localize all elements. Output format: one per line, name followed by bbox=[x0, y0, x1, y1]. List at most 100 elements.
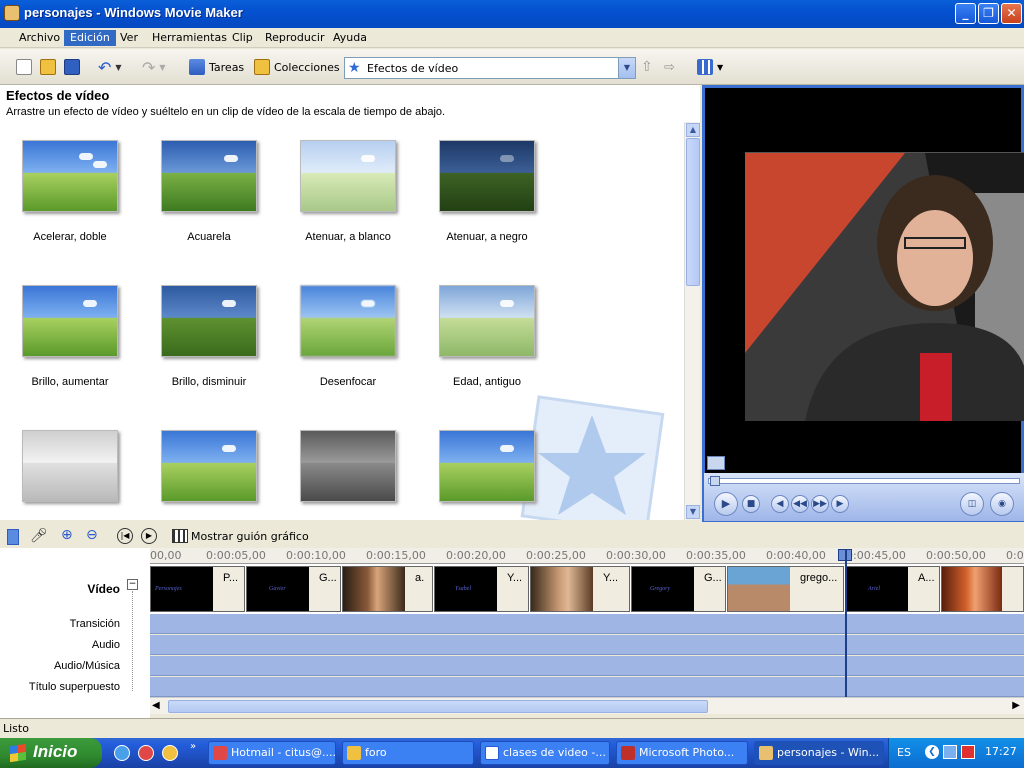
zoom-in-icon[interactable]: ⊕ bbox=[61, 527, 73, 543]
timeline-clip[interactable]: grego... bbox=[727, 566, 844, 612]
effect-tile[interactable]: Acelerar, doble bbox=[10, 140, 120, 260]
timeline-clip[interactable]: Ariel A... bbox=[845, 566, 940, 612]
undo-button[interactable]: ↶ ▼ bbox=[98, 57, 122, 77]
time-ruler[interactable]: 00,00 0:00:05,00 0:00:10,00 0:00:15,00 0… bbox=[150, 548, 1024, 564]
effect-tile[interactable]: Edad, antiguo bbox=[427, 285, 537, 405]
menu-archivo[interactable]: Archivo bbox=[13, 30, 66, 46]
effects-scrollbar[interactable]: ▲ ▼ bbox=[684, 122, 700, 520]
show-storyboard-button[interactable]: Mostrar guión gráfico bbox=[191, 530, 309, 543]
timeline-scrollbar[interactable]: ◀ ▶ bbox=[150, 697, 1024, 714]
antivirus-icon[interactable] bbox=[961, 745, 975, 759]
effect-tile[interactable]: Brillo, aumentar bbox=[10, 285, 120, 405]
taskbar-item-photo-editor[interactable]: Microsoft Photo... bbox=[616, 741, 748, 765]
seek-thumb[interactable] bbox=[710, 476, 720, 486]
redo-dropdown-icon[interactable]: ▼ bbox=[159, 63, 165, 72]
save-project-button[interactable] bbox=[64, 57, 80, 77]
transition-track[interactable] bbox=[150, 614, 1024, 634]
playhead[interactable] bbox=[845, 550, 847, 698]
up-one-level-button[interactable]: ⇧ bbox=[641, 57, 653, 77]
close-button[interactable]: ✕ bbox=[1001, 3, 1022, 24]
effect-tile[interactable]: Atenuar, a blanco bbox=[288, 140, 398, 260]
start-button[interactable]: Inicio bbox=[0, 738, 102, 768]
network-icon[interactable] bbox=[943, 745, 957, 759]
timeline-clip[interactable]: Gregory G... bbox=[631, 566, 726, 612]
collapse-track-icon[interactable]: − bbox=[127, 579, 138, 590]
effect-tile[interactable]: Brillo, disminuir bbox=[149, 285, 259, 405]
expand-tray-icon[interactable]: ❮ bbox=[925, 745, 939, 759]
timeline-clip[interactable]: Personajes P... bbox=[150, 566, 245, 612]
new-project-button[interactable] bbox=[16, 57, 32, 77]
video-track[interactable]: Personajes P... Gavier G... a. Ysabel Y.… bbox=[150, 564, 1024, 614]
scrollbar-thumb[interactable] bbox=[168, 700, 708, 713]
effect-tile[interactable]: Desenfocar bbox=[288, 285, 398, 405]
media-player-quicklaunch-icon[interactable] bbox=[162, 745, 178, 761]
timeline-clip[interactable] bbox=[941, 566, 1024, 612]
narrate-icon[interactable]: 🎤︎ bbox=[30, 528, 48, 544]
audio-track[interactable] bbox=[150, 635, 1024, 655]
title-bar[interactable]: personajes - Windows Movie Maker _ ❐ ✕ bbox=[0, 0, 1024, 28]
menu-ayuda[interactable]: Ayuda bbox=[327, 30, 373, 46]
open-project-button[interactable] bbox=[40, 57, 56, 77]
scroll-left-icon[interactable]: ◀ bbox=[152, 700, 160, 711]
views-button[interactable]: ▼ bbox=[697, 57, 723, 77]
camera-icon: ◉ bbox=[998, 499, 1006, 509]
taskbar-item-hotmail[interactable]: Hotmail - citus@.... bbox=[208, 741, 336, 765]
quicklaunch-expand-icon[interactable]: » bbox=[190, 741, 196, 752]
tasks-button[interactable]: Tareas bbox=[189, 57, 244, 77]
menu-herramientas[interactable]: Herramientas bbox=[146, 30, 233, 46]
timeline-clip[interactable]: Y... bbox=[530, 566, 630, 612]
music-track[interactable] bbox=[150, 656, 1024, 676]
redo-button[interactable]: ↷ ▼ bbox=[142, 57, 166, 77]
set-audio-levels-icon[interactable] bbox=[7, 529, 19, 545]
menu-edicion[interactable]: Edición bbox=[64, 30, 116, 46]
forward-button[interactable]: ▶▶ bbox=[811, 495, 829, 513]
effect-tile[interactable] bbox=[10, 430, 120, 520]
taskbar-item-foro[interactable]: foro bbox=[342, 741, 474, 765]
playback-controls: ▶ ■ ◀ ◀◀ ▶▶ ▶ ◫ ◉ bbox=[704, 473, 1024, 521]
menu-clip[interactable]: Clip bbox=[226, 30, 259, 46]
chevron-down-icon[interactable]: ▼ bbox=[618, 58, 635, 78]
scroll-up-icon[interactable]: ▲ bbox=[686, 123, 700, 137]
language-indicator[interactable]: ES bbox=[897, 746, 911, 759]
restore-button[interactable]: ❐ bbox=[978, 3, 999, 24]
timeline-clip[interactable]: Gavier G... bbox=[246, 566, 341, 612]
collections-button[interactable]: Colecciones bbox=[254, 57, 340, 77]
opera-quicklaunch-icon[interactable] bbox=[138, 745, 154, 761]
previous-frame-button[interactable]: ◀ bbox=[771, 495, 789, 513]
scroll-down-icon[interactable]: ▼ bbox=[686, 505, 700, 519]
next-frame-button[interactable]: ▶ bbox=[831, 495, 849, 513]
rewind-timeline-icon[interactable]: |◀ bbox=[117, 528, 133, 544]
rewind-button[interactable]: ◀◀ bbox=[791, 495, 809, 513]
play-icon: ▶ bbox=[721, 497, 731, 510]
play-button[interactable]: ▶ bbox=[714, 492, 738, 516]
undo-dropdown-icon[interactable]: ▼ bbox=[115, 63, 121, 72]
title-overlay-track[interactable] bbox=[150, 677, 1024, 697]
new-collection-button[interactable]: ⇨ bbox=[664, 57, 675, 77]
effect-label: Desenfocar bbox=[319, 376, 377, 388]
minimize-button[interactable]: _ bbox=[955, 3, 976, 24]
play-timeline-icon[interactable]: ▶ bbox=[141, 528, 157, 544]
storyboard-icon[interactable] bbox=[172, 529, 188, 543]
split-clip-icon[interactable] bbox=[707, 456, 725, 470]
effect-tile[interactable] bbox=[288, 430, 398, 520]
split-button[interactable]: ◫ bbox=[960, 492, 984, 516]
effect-tile[interactable]: Atenuar, a negro bbox=[427, 140, 537, 260]
effect-tile[interactable] bbox=[149, 430, 259, 520]
zoom-out-icon[interactable]: ⊖ bbox=[86, 527, 98, 543]
snapshot-button[interactable]: ◉ bbox=[990, 492, 1014, 516]
movie-maker-app-icon[interactable] bbox=[4, 5, 20, 21]
stop-button[interactable]: ■ bbox=[742, 495, 760, 513]
ie-quicklaunch-icon[interactable] bbox=[114, 745, 130, 761]
taskbar-item-movie-maker[interactable]: personajes - Win... bbox=[754, 741, 884, 765]
effect-tile[interactable] bbox=[427, 430, 537, 520]
collection-selector[interactable]: ★ Efectos de vídeo ▼ bbox=[344, 57, 636, 79]
taskbar-item-word[interactable]: clases de video -... bbox=[480, 741, 610, 765]
scroll-right-icon[interactable]: ▶ bbox=[1012, 700, 1020, 711]
seek-bar[interactable] bbox=[708, 478, 1020, 484]
timeline-clip[interactable]: Ysabel Y... bbox=[434, 566, 529, 612]
menu-ver[interactable]: Ver bbox=[114, 30, 144, 46]
timeline-clip[interactable]: a. bbox=[342, 566, 433, 612]
menu-reproducir[interactable]: Reproducir bbox=[259, 30, 331, 46]
effect-tile[interactable]: Acuarela bbox=[149, 140, 259, 260]
scrollbar-thumb[interactable] bbox=[686, 138, 700, 286]
